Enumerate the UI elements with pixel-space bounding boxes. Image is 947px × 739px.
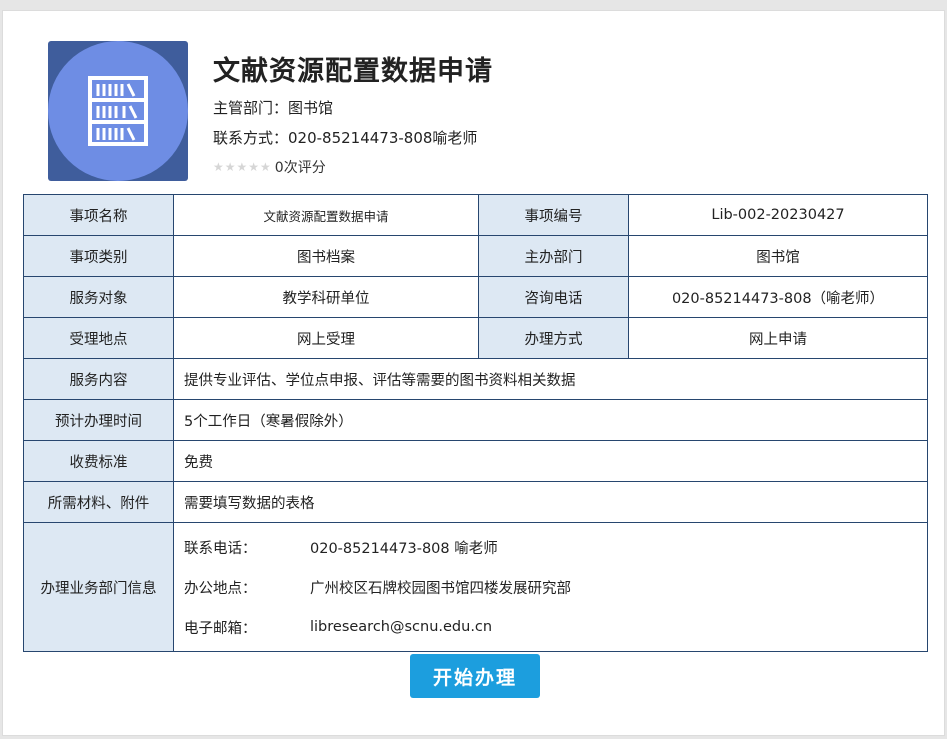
dept-email-value: libresearch@scnu.edu.cn [310,619,493,635]
bookshelf-icon [88,76,148,146]
category-value: 图书档案 [173,235,479,277]
dept-email-row: 电子邮箱： libresearch@scnu.edu.cn [184,607,917,647]
table-row: 服务内容 提供专业评估、学位点申报、评估等需要的图书资料相关数据 [23,358,928,400]
host-dept-value: 图书馆 [628,235,928,277]
department-text: 主管部门：图书馆 [213,99,334,117]
service-card: 文献资源配置数据申请 主管部门：图书馆 联系方式：020-85214473-80… [2,10,945,736]
dept-phone-row: 联系电话： 020-85214473-808 喻老师 [184,527,917,567]
fee-label: 收费标准 [23,440,174,482]
dept-phone-key: 联系电话： [184,540,257,557]
time-label: 预计办理时间 [23,399,174,441]
rating: ★★★★★ 0次评分 [213,157,326,177]
target-value: 教学科研单位 [173,276,479,318]
start-button[interactable]: 开始办理 [410,654,540,698]
method-value: 网上申请 [628,317,928,359]
star-rating-icon[interactable]: ★★★★★ [213,160,272,174]
rating-count: 0次评分 [274,160,326,176]
phone-value: 020-85214473-808（喻老师） [628,276,928,318]
dept-addr-value: 广州校区石牌校园图书馆四楼发展研究部 [310,580,571,597]
dept-info-value: 联系电话： 020-85214473-808 喻老师 办公地点： 广州校区石牌校… [173,522,928,652]
materials-value: 需要填写数据的表格 [173,481,928,523]
item-name-value: 文献资源配置数据申请 [173,194,479,236]
service-logo [48,41,188,181]
item-name-label: 事项名称 [23,194,174,236]
location-value: 网上受理 [173,317,479,359]
table-row: 预计办理时间 5个工作日（寒暑假除外） [23,399,928,441]
category-label: 事项类别 [23,235,174,277]
dept-addr-row: 办公地点： 广州校区石牌校园图书馆四楼发展研究部 [184,567,917,607]
page-title: 文献资源配置数据申请 [213,56,493,87]
table-row: 办理业务部门信息 联系电话： 020-85214473-808 喻老师 办公地点… [23,522,928,652]
table-row: 事项类别 图书档案 主办部门 图书馆 [23,235,928,277]
dept-phone-value: 020-85214473-808 喻老师 [310,540,498,557]
host-dept-label: 主办部门 [478,235,629,277]
content-value: 提供专业评估、学位点申报、评估等需要的图书资料相关数据 [173,358,928,400]
contact-text: 联系方式：020-85214473-808喻老师 [213,129,478,147]
location-label: 受理地点 [23,317,174,359]
phone-label: 咨询电话 [478,276,629,318]
dept-addr-key: 办公地点： [184,580,257,597]
item-no-label: 事项编号 [478,194,629,236]
dept-email-key: 电子邮箱： [184,620,257,637]
table-row: 收费标准 免费 [23,440,928,482]
table-row: 服务对象 教学科研单位 咨询电话 020-85214473-808（喻老师） [23,276,928,318]
materials-label: 所需材料、附件 [23,481,174,523]
content-label: 服务内容 [23,358,174,400]
service-info-table: 事项名称 文献资源配置数据申请 事项编号 Lib-002-20230427 事项… [23,194,928,652]
time-value: 5个工作日（寒暑假除外） [173,399,928,441]
table-row: 受理地点 网上受理 办理方式 网上申请 [23,317,928,359]
dept-info-label: 办理业务部门信息 [23,522,174,652]
dept-contact-block: 联系电话： 020-85214473-808 喻老师 办公地点： 广州校区石牌校… [184,523,917,651]
fee-value: 免费 [173,440,928,482]
table-row: 所需材料、附件 需要填写数据的表格 [23,481,928,523]
method-label: 办理方式 [478,317,629,359]
target-label: 服务对象 [23,276,174,318]
table-row: 事项名称 文献资源配置数据申请 事项编号 Lib-002-20230427 [23,194,928,236]
item-no-value: Lib-002-20230427 [628,194,928,236]
